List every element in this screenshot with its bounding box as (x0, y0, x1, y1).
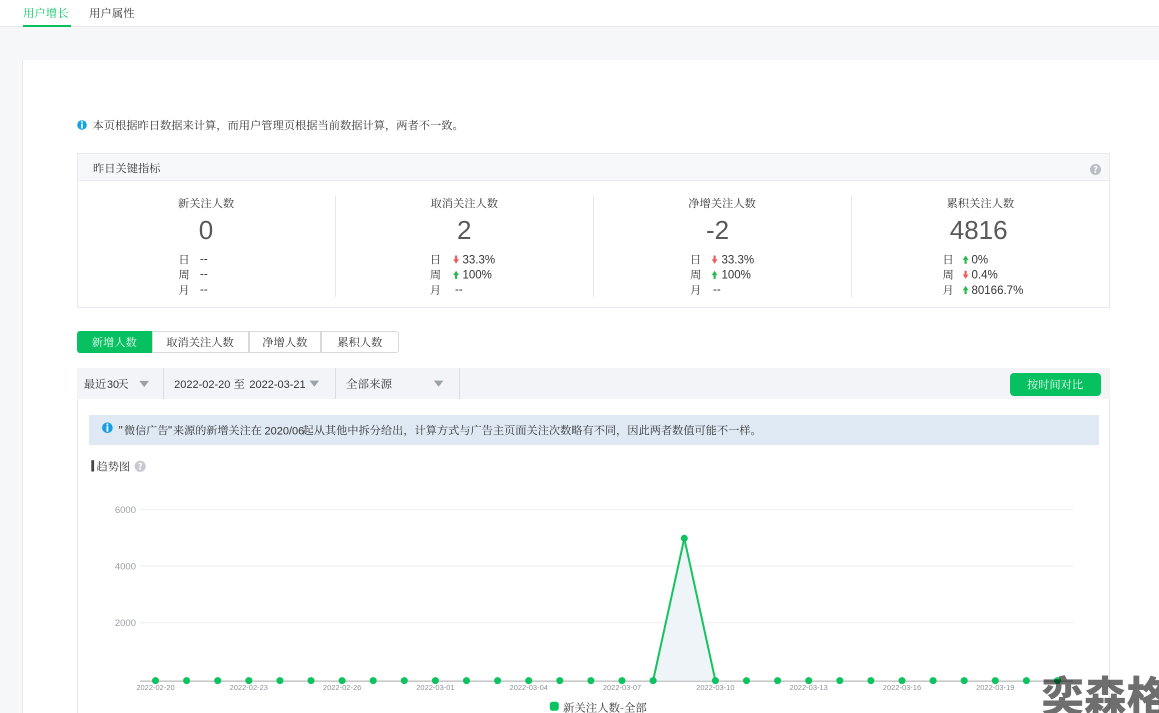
svg-text:2022-02-23: 2022-02-23 (230, 683, 268, 692)
svg-text:2022-03-16: 2022-03-16 (883, 683, 921, 692)
svg-text:33.3%: 33.3% (722, 255, 755, 267)
svg-text:100%: 100% (722, 270, 751, 282)
svg-text:2022-03-13: 2022-03-13 (789, 683, 827, 692)
svg-text:2: 2 (457, 215, 471, 245)
svg-text:0: 0 (199, 215, 213, 245)
svg-text:2022-02-20: 2022-02-20 (174, 379, 230, 391)
svg-text:2022-02-26: 2022-02-26 (323, 683, 361, 692)
svg-text:2022-03-19: 2022-03-19 (976, 683, 1014, 692)
svg-text:4000: 4000 (115, 561, 136, 572)
svg-text:80166.7%: 80166.7% (972, 285, 1024, 297)
svg-text:--: -- (200, 284, 208, 296)
svg-text:2020/06: 2020/06 (265, 425, 305, 437)
svg-text:33.3%: 33.3% (463, 255, 496, 267)
svg-text:2000: 2000 (115, 618, 136, 629)
svg-text:0%: 0% (972, 255, 989, 267)
svg-text:": " (119, 425, 123, 437)
svg-text:30: 30 (107, 379, 119, 391)
svg-text:2022-03-21: 2022-03-21 (249, 379, 305, 391)
svg-text:2022-03-07: 2022-03-07 (603, 683, 641, 692)
svg-text:2022-03-01: 2022-03-01 (416, 683, 454, 692)
svg-text:--: -- (455, 284, 463, 296)
svg-text:2022-03-10: 2022-03-10 (696, 683, 734, 692)
svg-text:6000: 6000 (115, 505, 136, 516)
svg-text:--: -- (200, 253, 208, 265)
svg-text:2022-02-20: 2022-02-20 (136, 683, 174, 692)
svg-text:--: -- (200, 269, 208, 281)
svg-text:-2: -2 (706, 215, 729, 245)
svg-text:100%: 100% (463, 270, 492, 282)
svg-text:2022-03-04: 2022-03-04 (510, 683, 548, 692)
svg-text:4816: 4816 (950, 215, 1008, 245)
svg-text:0.4%: 0.4% (972, 270, 998, 282)
svg-text:": " (168, 425, 172, 437)
svg-text:--: -- (713, 284, 721, 296)
